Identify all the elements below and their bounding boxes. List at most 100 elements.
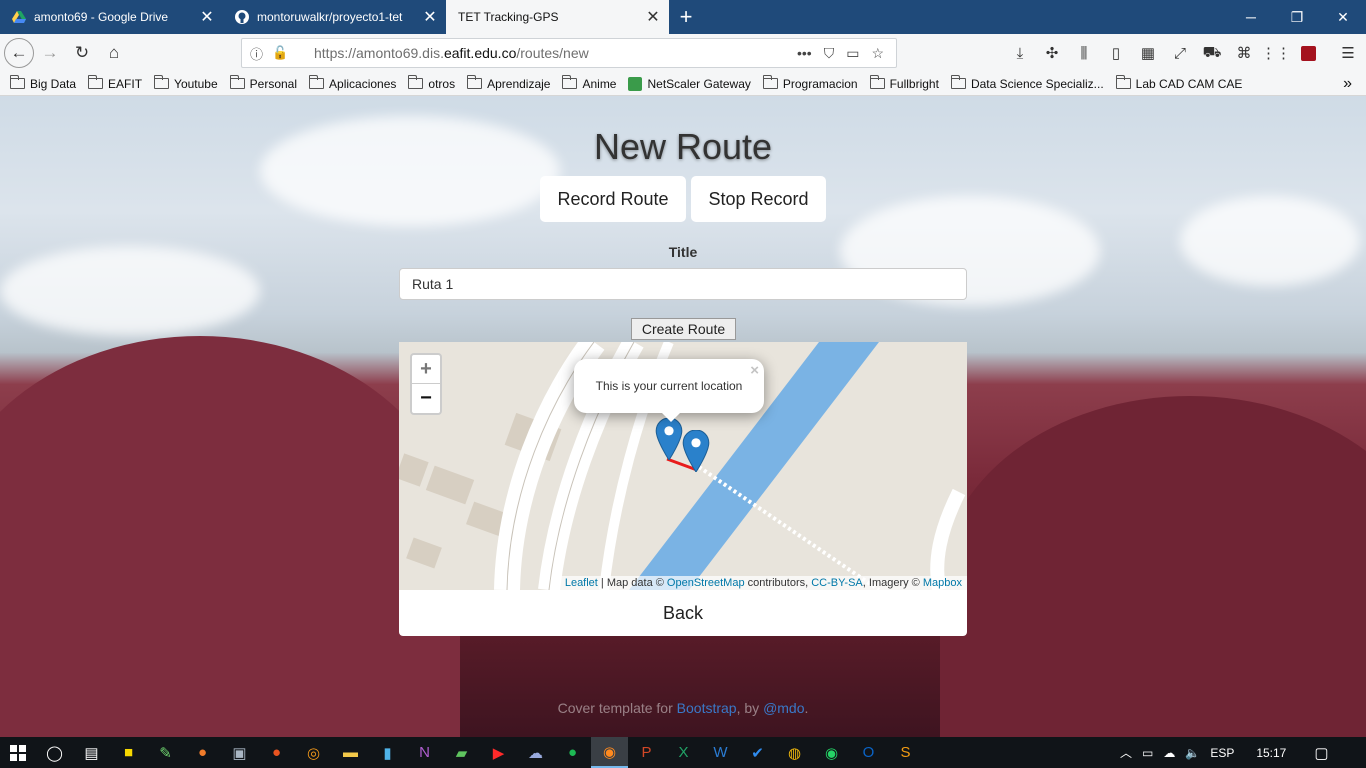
windows-start-icon[interactable] — [0, 737, 36, 768]
tool-app-icon[interactable]: ✎ — [147, 737, 184, 768]
zoom-in-button[interactable]: + — [412, 355, 440, 384]
create-route-button[interactable]: Create Route — [631, 318, 736, 340]
file-explorer-icon[interactable]: ▬ — [332, 737, 369, 768]
bootstrap-link[interactable]: Bootstrap — [677, 700, 737, 716]
tab-github[interactable]: montoruwalkr/proyecto1-tet ✕ — [223, 0, 446, 34]
onenote-icon[interactable]: N — [406, 737, 443, 768]
jupyter-icon[interactable]: ◎ — [295, 737, 332, 768]
fullscreen-icon[interactable]: ⤢ — [1164, 37, 1196, 69]
bookmark-star-icon[interactable]: ☆ — [871, 45, 884, 62]
search-icon[interactable]: ◯ — [36, 737, 73, 768]
pocket-icon[interactable]: ⛉ — [824, 45, 835, 62]
addon-grid-icon[interactable]: ▦ — [1132, 37, 1164, 69]
folder-icon — [562, 75, 578, 89]
word-icon[interactable]: W — [702, 737, 739, 768]
reader-view-icon[interactable]: ▭ — [846, 45, 859, 62]
car-icon[interactable]: ⛟ — [1196, 37, 1228, 69]
downloads-icon[interactable]: ⤓ — [1004, 37, 1036, 69]
leaflet-link[interactable]: Leaflet — [565, 577, 598, 589]
tab-close-icon[interactable]: ✕ — [643, 7, 663, 27]
bookmark-folder[interactable]: Aprendizaje — [467, 75, 550, 91]
minimize-button[interactable]: ─ — [1228, 0, 1274, 34]
page-title: New Route — [593, 126, 773, 167]
whatsapp-icon[interactable]: ◉ — [813, 737, 850, 768]
back-button[interactable]: Back — [399, 590, 967, 636]
apps-grid-icon[interactable]: ⋮⋮ — [1260, 37, 1292, 69]
zoom-out-button[interactable]: − — [412, 384, 440, 413]
tab-tet-tracking[interactable]: TET Tracking-GPS ✕ — [446, 0, 669, 34]
author-link[interactable]: @mdo — [763, 700, 804, 716]
app-orange-icon[interactable]: ● — [184, 737, 221, 768]
weather-app-icon[interactable]: ☁ — [517, 737, 554, 768]
license-link[interactable]: CC-BY-SA — [811, 577, 863, 589]
notepad-icon[interactable]: ▮ — [369, 737, 406, 768]
openstreetmap-link[interactable]: OpenStreetMap — [667, 577, 745, 589]
spotify-icon[interactable]: ● — [554, 737, 591, 768]
bookmark-folder[interactable]: Anime — [562, 75, 616, 91]
sidebar-icon[interactable]: ▯ — [1100, 37, 1132, 69]
google-drive-icon — [12, 10, 26, 24]
menu-icon[interactable]: ☰ — [1332, 37, 1364, 69]
map[interactable]: + − This is your current location × Leaf… — [399, 342, 967, 590]
excel-icon[interactable]: X — [665, 737, 702, 768]
reload-icon[interactable]: ↻ — [66, 37, 98, 69]
new-tab-button[interactable]: + — [669, 0, 703, 34]
todo-icon[interactable]: ✔ — [739, 737, 776, 768]
tab-close-icon[interactable]: ✕ — [197, 7, 217, 27]
close-window-button[interactable]: ✕ — [1320, 0, 1366, 34]
ubuntu-icon[interactable]: ● — [258, 737, 295, 768]
sticky-notes-icon[interactable]: ■ — [110, 737, 147, 768]
document-app-icon[interactable]: ▣ — [221, 737, 258, 768]
page-actions-icon[interactable]: ••• — [797, 45, 812, 62]
language-indicator[interactable]: ESP — [1210, 746, 1234, 760]
sublime-icon[interactable]: S — [887, 737, 924, 768]
bookmark-folder[interactable]: Aplicaciones — [309, 75, 396, 91]
bookmark-folder[interactable]: EAFIT — [88, 75, 142, 91]
clock[interactable]: 15:17 — [1256, 746, 1286, 760]
youtube-icon[interactable]: ▶ — [480, 737, 517, 768]
firefox-icon[interactable]: ◉ — [591, 737, 628, 768]
address-bar[interactable]: ⓘ 🔓 https://amonto69.dis.eafit.edu.co/ro… — [241, 38, 897, 68]
background-hill — [940, 396, 1366, 737]
popup-close-icon[interactable]: × — [750, 362, 759, 379]
tab-google-drive[interactable]: amonto69 - Google Drive ✕ — [0, 0, 223, 34]
volume-icon[interactable]: 🔈 — [1185, 746, 1200, 760]
stop-record-button[interactable]: Stop Record — [691, 176, 826, 222]
restore-button[interactable]: ❐ — [1274, 0, 1320, 34]
code-icon[interactable]: ⌘ — [1228, 37, 1260, 69]
location-marker-icon[interactable] — [681, 430, 711, 472]
folder-icon — [950, 75, 966, 89]
bookmark-folder[interactable]: otros — [408, 75, 455, 91]
more-bookmarks-icon[interactable]: » — [1343, 75, 1352, 93]
notifications-icon[interactable]: ▢ — [1314, 744, 1328, 762]
show-hidden-icons-icon[interactable]: ︿ — [1120, 744, 1132, 761]
bookmark-folder[interactable]: Lab CAD CAM CAE — [1115, 75, 1242, 91]
bookmark-folder[interactable]: Personal — [229, 75, 297, 91]
bookmark-folder[interactable]: Data Science Specializ... — [950, 75, 1104, 91]
home-icon[interactable]: ⌂ — [98, 37, 130, 69]
extensions-icon[interactable]: ✣ — [1036, 37, 1068, 69]
task-view-icon[interactable]: ▤ — [73, 737, 110, 768]
record-route-button[interactable]: Record Route — [540, 176, 686, 222]
mapbox-link[interactable]: Mapbox — [923, 577, 962, 589]
onedrive-icon[interactable]: ☁ — [1163, 746, 1175, 760]
bookmark-folder[interactable]: Programacion — [762, 75, 858, 91]
bookmark-folder[interactable]: Youtube — [154, 75, 218, 91]
bookmark-link[interactable]: NetScaler Gateway — [628, 76, 751, 91]
back-icon[interactable]: ← — [4, 38, 34, 68]
network-icon[interactable]: ▭ — [1142, 746, 1153, 760]
mendeley-icon[interactable] — [1292, 37, 1324, 69]
bookmark-folder[interactable]: Big Data — [10, 75, 76, 91]
location-marker-icon[interactable] — [654, 418, 684, 460]
library-icon[interactable]: ⫼ — [1068, 37, 1100, 69]
info-icon[interactable]: ⓘ — [250, 44, 272, 63]
powerpoint-icon[interactable]: P — [628, 737, 665, 768]
chrome-icon[interactable]: ◍ — [776, 737, 813, 768]
outlook-icon[interactable]: O — [850, 737, 887, 768]
bookmark-folder[interactable]: Fullbright — [869, 75, 939, 91]
tab-close-icon[interactable]: ✕ — [420, 7, 440, 27]
forward-icon[interactable]: → — [34, 37, 66, 69]
terminal-icon[interactable]: ▰ — [443, 737, 480, 768]
background-cloud — [1180, 196, 1360, 286]
title-input[interactable] — [399, 268, 967, 300]
